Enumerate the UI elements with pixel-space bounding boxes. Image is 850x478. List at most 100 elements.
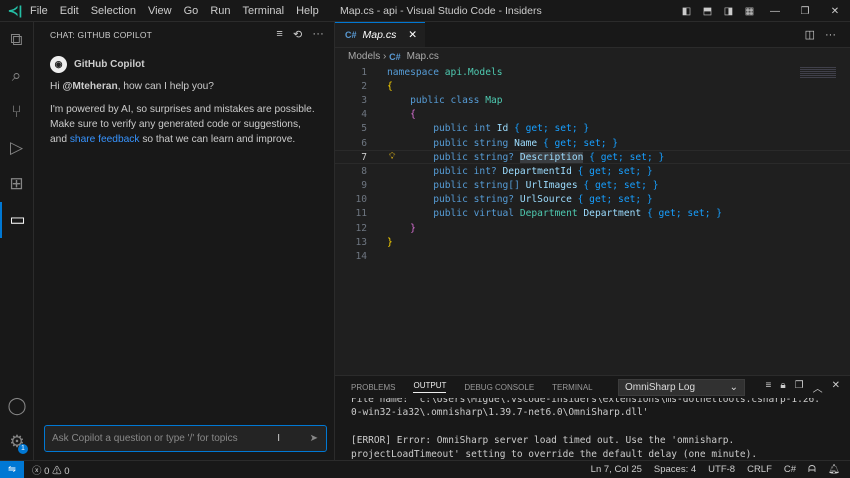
editor-more-icon[interactable]: ··· — [825, 29, 836, 41]
breadcrumb: Models › C# Map.cs — [348, 51, 439, 62]
accounts-icon[interactable]: ◯ — [0, 388, 34, 424]
menu-edit[interactable]: Edit — [60, 5, 79, 17]
customize-layout-icon[interactable]: ▦ — [739, 6, 760, 17]
menu-selection[interactable]: Selection — [91, 5, 136, 17]
code-line: 2{ — [335, 79, 850, 93]
problems-status[interactable]: ⓧ 0 ⚠ 0 — [32, 463, 70, 477]
toggle-secondary-sidebar-icon[interactable]: ◨ — [718, 6, 739, 17]
code-token: Department — [583, 208, 647, 220]
close-window-button[interactable]: ✕ — [820, 6, 850, 17]
code-token: Id — [496, 123, 515, 135]
remote-icon[interactable]: ⇋ — [0, 461, 24, 478]
menu-help[interactable]: Help — [296, 5, 319, 17]
code-token: namespace — [387, 66, 445, 78]
search-icon[interactable]: ⌕ — [0, 58, 33, 94]
tab-problems[interactable]: PROBLEMS — [351, 383, 395, 392]
code-token: { get; set; } — [577, 194, 653, 206]
tab-terminal[interactable]: TERMINAL — [552, 383, 592, 392]
close-tab-icon[interactable]: ✕ — [408, 29, 417, 41]
line-number: 7 — [361, 151, 367, 163]
copilot-status-icon[interactable]: ᗩ — [808, 464, 816, 475]
notifications-bell-icon[interactable]: 🔔︎ — [828, 464, 840, 475]
code-token: public string? — [387, 151, 520, 163]
line-source: public class Map — [367, 95, 502, 106]
breadcrumb-folder[interactable]: Models — [348, 51, 380, 62]
minimize-button[interactable]: — — [760, 6, 790, 17]
chat-icon[interactable]: ▭ — [0, 202, 33, 238]
code-token: { get; set; } — [583, 151, 665, 163]
code-line: 1 namespace api.Models — [335, 65, 850, 79]
code-token: public int? — [387, 165, 503, 177]
lightbulb-icon[interactable]: 💡︎ — [389, 152, 395, 162]
menu-go[interactable]: Go — [184, 5, 199, 17]
code-area[interactable]: 1 namespace api.Models 2{3 public class Ma… — [335, 65, 850, 264]
cursor-position[interactable]: Ln 7, Col 25 — [591, 464, 642, 475]
menu-view[interactable]: View — [148, 5, 172, 17]
chat-header: CHAT: GITHUB COPILOT — [50, 30, 153, 40]
menu-terminal[interactable]: Terminal — [243, 5, 285, 17]
clear-output-icon[interactable]: ≡ — [765, 380, 771, 395]
code-token: } — [387, 222, 416, 234]
code-line: 12 } — [335, 221, 850, 235]
history-icon[interactable]: ⟲ — [293, 28, 302, 41]
explorer-icon[interactable]: ⧉ — [0, 22, 33, 58]
chat-input[interactable]: Ask Copilot a question or type '/' for t… — [44, 425, 327, 452]
code-token: } — [387, 236, 393, 248]
minimap[interactable] — [800, 67, 836, 79]
maximize-panel-icon[interactable]: ︿ — [813, 380, 823, 395]
code-token: { get; set; } — [583, 180, 659, 192]
code-token: Description — [519, 151, 584, 163]
menu-file[interactable]: File — [30, 5, 48, 17]
output-channel-select[interactable]: OmniSharp Log ⌄ — [618, 379, 745, 396]
language-mode[interactable]: C# — [784, 464, 796, 475]
code-token: { get; set; } — [514, 123, 590, 135]
indentation[interactable]: Spaces: 4 — [654, 464, 696, 475]
code-line: 8 public int? DepartmentId { get; set; } — [335, 164, 850, 178]
share-feedback-link[interactable]: share feedback — [70, 134, 140, 145]
run-debug-icon[interactable]: ▷ — [0, 130, 33, 166]
menu-run[interactable]: Run — [210, 5, 230, 17]
tab-debug-console[interactable]: DEBUG CONSOLE — [464, 383, 534, 392]
tab-output[interactable]: OUTPUT — [413, 381, 447, 393]
line-source: { — [367, 81, 393, 92]
line-number: 12 — [355, 222, 367, 234]
close-panel-icon[interactable]: ✕ — [832, 380, 840, 395]
split-editor-icon[interactable]: ◫ — [805, 28, 815, 41]
line-ending[interactable]: CRLF — [747, 464, 772, 475]
code-token: UrlImages — [525, 180, 584, 192]
menu-bar: File Edit Selection View Go Run Terminal Help — [30, 5, 331, 17]
line-source: public int? DepartmentId { get; set; } — [367, 166, 653, 177]
bot-name: GitHub Copilot — [74, 59, 145, 70]
update-badge: 1 — [18, 444, 28, 454]
code-token: public int — [387, 123, 497, 135]
code-line: 3 public class Map — [335, 93, 850, 107]
breadcrumb-file[interactable]: Map.cs — [407, 51, 439, 62]
code-token: { get; set; } — [646, 208, 723, 220]
more-actions-icon[interactable]: ··· — [312, 28, 324, 41]
toggle-sidebar-icon[interactable]: ◧ — [676, 6, 697, 17]
restore-button[interactable]: ❐ — [790, 6, 820, 17]
source-control-icon[interactable]: ⑂ — [0, 94, 33, 130]
extensions-icon[interactable]: ⊞ — [0, 166, 33, 202]
encoding[interactable]: UTF-8 — [708, 464, 735, 475]
line-source: public string? UrlSource { get; set; } — [367, 194, 653, 205]
tab-map-cs[interactable]: C# Map.cs ✕ — [335, 22, 425, 47]
bottom-panel: PROBLEMS OUTPUT DEBUG CONSOLE TERMINAL Omni… — [335, 375, 850, 460]
code-token: { — [387, 80, 393, 92]
line-number: 5 — [361, 123, 367, 135]
code-token: UrlSource — [519, 194, 578, 206]
open-log-icon[interactable]: ❐ — [795, 380, 804, 395]
clear-chat-icon[interactable]: ≡ — [276, 28, 283, 41]
username: @Mteheran — [62, 81, 118, 92]
chat-placeholder: Ask Copilot a question or type '/' for t… — [52, 433, 238, 444]
code-line: 13} — [335, 235, 850, 249]
line-number: 13 — [355, 236, 367, 248]
manage-gear-icon[interactable]: ⚙ 1 — [0, 424, 34, 460]
code-line: 7 💡︎ public string? Description { get; se… — [335, 150, 850, 165]
line-source: { — [367, 109, 416, 120]
send-icon[interactable]: ➤ — [310, 433, 318, 444]
line-number: 14 — [355, 251, 367, 263]
toggle-panel-icon[interactable]: ⬒ — [697, 6, 718, 17]
code-token: { get; set; } — [577, 165, 653, 177]
lock-scroll-icon[interactable]: 🔒︎ — [780, 380, 785, 395]
